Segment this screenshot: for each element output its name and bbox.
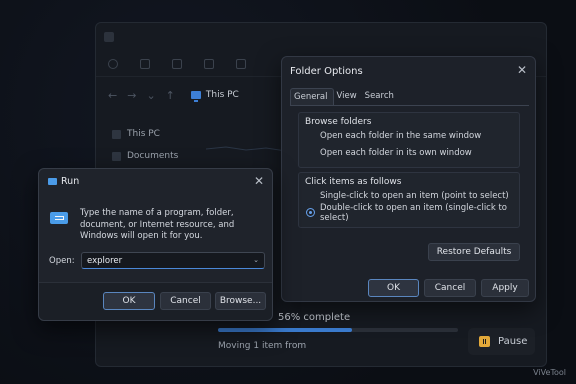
option-label: Open each folder in the same window (320, 130, 482, 141)
tab-view[interactable]: View (334, 88, 362, 105)
single-click-option[interactable]: Single-click to open an item (point to s… (299, 187, 519, 204)
open-input-value: explorer (87, 256, 123, 266)
apply-button[interactable]: Apply (481, 279, 529, 297)
this-pc-icon (112, 129, 121, 139)
cut-icon[interactable] (140, 58, 150, 69)
this-pc-icon (190, 91, 201, 102)
general-tab-panel: Browse folders Open each folder in the s… (290, 105, 529, 263)
progress-bar-fill (218, 328, 353, 332)
back-icon[interactable]: ← (108, 89, 117, 102)
pause-icon (479, 336, 490, 347)
progress-bar (218, 328, 458, 332)
rename-icon[interactable] (236, 58, 246, 69)
close-icon[interactable]: ✕ (517, 63, 527, 77)
forward-icon[interactable]: → (127, 89, 136, 102)
dialog-title: Folder Options (290, 66, 363, 77)
up-icon[interactable]: ↑ (166, 89, 175, 102)
explorer-sidebar: This PC Documents (112, 123, 212, 167)
option-placeholder (306, 191, 315, 200)
browse-folders-group: Browse folders Open each folder in the s… (298, 112, 520, 168)
option-placeholder (306, 131, 315, 140)
open-input[interactable]: explorer ⌄ (81, 252, 265, 269)
chevron-down-icon[interactable]: ⌄ (253, 256, 259, 264)
open-label: Open: (49, 256, 75, 266)
option-label: Open each folder in its own window (320, 147, 472, 158)
run-title-icon (48, 178, 57, 185)
ok-button[interactable]: OK (368, 279, 419, 297)
tab-bar: General View Search (290, 88, 399, 105)
group-title: Browse folders (305, 117, 372, 127)
tab-search[interactable]: Search (362, 88, 399, 105)
address-text: This PC (205, 90, 239, 100)
close-icon[interactable]: ✕ (254, 174, 264, 188)
cancel-button[interactable]: Cancel (424, 279, 476, 297)
browse-option-same-window[interactable]: Open each folder in the same window (299, 127, 519, 144)
explorer-titlebar (96, 23, 546, 51)
option-placeholder (306, 148, 315, 157)
sidebar-item-this-pc[interactable]: This PC (112, 123, 212, 145)
cancel-button[interactable]: Cancel (160, 292, 211, 310)
watermark-text: ViVeTool (533, 368, 566, 377)
option-label: Single-click to open an item (point to s… (320, 190, 509, 201)
copy-icon[interactable] (172, 58, 182, 69)
double-click-option[interactable]: Double-click to open an item (single-cli… (299, 202, 519, 223)
option-label: Double-click to open an item (single-cli… (320, 202, 508, 223)
sidebar-item-label: This PC (127, 129, 160, 139)
restore-defaults-button[interactable]: Restore Defaults (428, 243, 520, 261)
run-description: Type the name of a program, folder, docu… (80, 208, 235, 241)
explorer-app-icon (104, 32, 114, 42)
radio-checked-icon[interactable] (306, 208, 315, 217)
chevron-down-icon[interactable]: ⌄ (146, 89, 155, 102)
run-program-icon (50, 212, 68, 224)
browse-button[interactable]: Browse... (215, 292, 266, 310)
pause-button[interactable]: Pause (468, 328, 535, 355)
tab-general[interactable]: General (290, 88, 334, 105)
sidebar-item-documents[interactable]: Documents (112, 145, 212, 167)
ok-button[interactable]: OK (103, 292, 155, 310)
new-icon[interactable] (108, 58, 118, 69)
dialog-title: Run (61, 176, 80, 187)
run-dialog: Run ✕ Type the name of a program, folder… (38, 168, 273, 321)
sidebar-item-label: Documents (127, 151, 179, 161)
browse-option-own-window[interactable]: Open each folder in its own window (299, 144, 519, 161)
group-title: Click items as follows (305, 177, 402, 187)
click-items-group: Click items as follows Single-click to o… (298, 172, 520, 228)
folder-options-dialog: Folder Options ✕ General View Search Bro… (281, 56, 536, 302)
address-bar[interactable]: This PC (190, 90, 239, 102)
documents-icon (112, 151, 121, 161)
pause-label: Pause (498, 336, 528, 347)
paste-icon[interactable] (204, 58, 214, 69)
